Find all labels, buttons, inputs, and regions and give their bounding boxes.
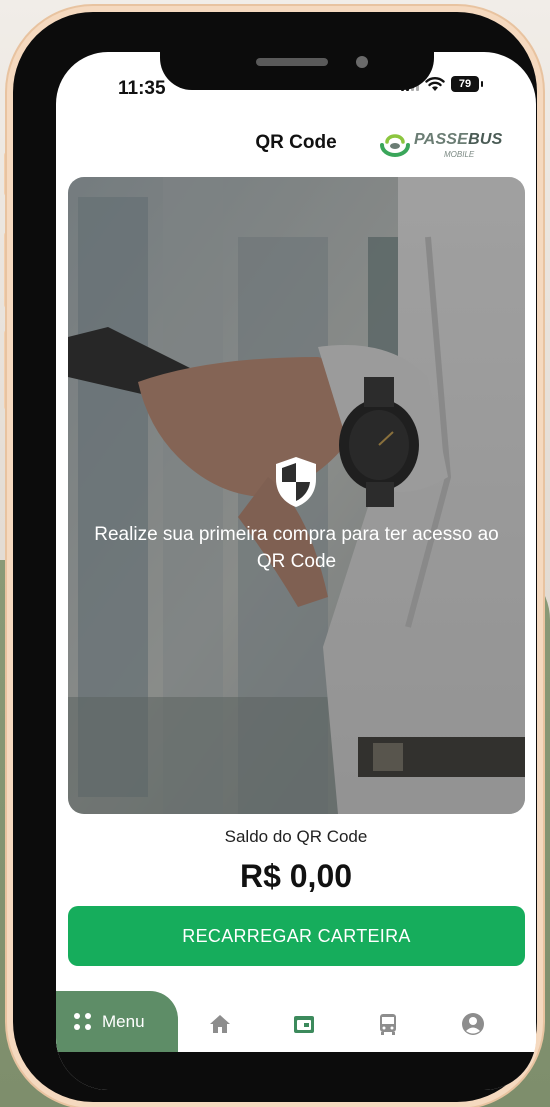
qr-code-locked-message: Realize sua primeira compra para ter ace… xyxy=(94,524,499,572)
battery-icon: 79 xyxy=(451,76,483,92)
volume-up-button xyxy=(4,232,12,308)
logo-text: PASSEBUS xyxy=(414,131,503,148)
shield-icon xyxy=(276,457,316,507)
front-camera xyxy=(356,56,368,68)
passebus-logo-icon xyxy=(380,134,410,157)
menu-icon xyxy=(74,1012,94,1032)
recharge-wallet-button[interactable]: RECARREGAR CARTEIRA xyxy=(68,906,525,966)
balance-label: Saldo do QR Code xyxy=(224,827,368,846)
qr-code-locked-card: Realize sua primeira compra para ter ace… xyxy=(68,177,525,814)
logo-subtitle: MOBILE xyxy=(444,150,475,159)
volume-down-button xyxy=(4,330,12,410)
speaker xyxy=(256,58,328,66)
bus-icon[interactable] xyxy=(376,1012,400,1036)
wifi-icon xyxy=(425,77,445,91)
phone-frame: 11:35 79 QR Code PASSEBUS MOBILE Realize… xyxy=(13,12,537,1102)
menu-button[interactable]: Menu xyxy=(56,991,178,1052)
bottom-navigation: Menu xyxy=(56,987,536,1052)
app-screen: 11:35 79 QR Code PASSEBUS MOBILE Realize… xyxy=(56,52,536,1090)
menu-label: Menu xyxy=(102,1011,145,1031)
home-icon[interactable] xyxy=(208,1012,232,1036)
phone-bottom-bezel xyxy=(56,1052,536,1090)
profile-icon[interactable] xyxy=(461,1012,485,1036)
wallet-icon[interactable] xyxy=(292,1012,316,1036)
balance-value: R$ 0,00 xyxy=(239,858,353,894)
status-time: 11:35 xyxy=(118,78,166,99)
silent-switch xyxy=(4,152,12,196)
notch xyxy=(160,18,434,90)
passebus-logo: PASSEBUS MOBILE xyxy=(376,126,516,166)
